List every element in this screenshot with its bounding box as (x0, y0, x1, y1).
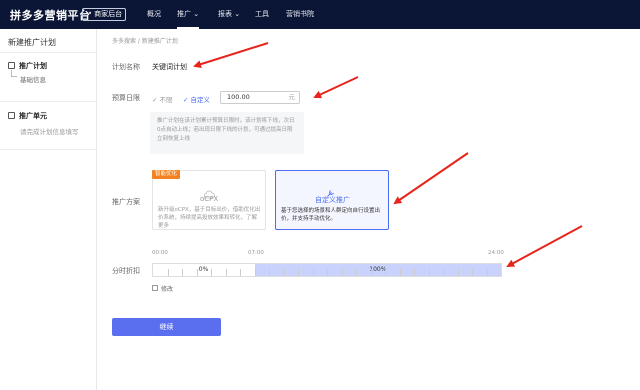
arrow-budget (313, 76, 359, 99)
arrow-time-discount (506, 225, 583, 267)
arrow-plan-name (193, 42, 269, 69)
annotation-arrows (193, 42, 583, 267)
arrow-scheme (393, 152, 469, 205)
